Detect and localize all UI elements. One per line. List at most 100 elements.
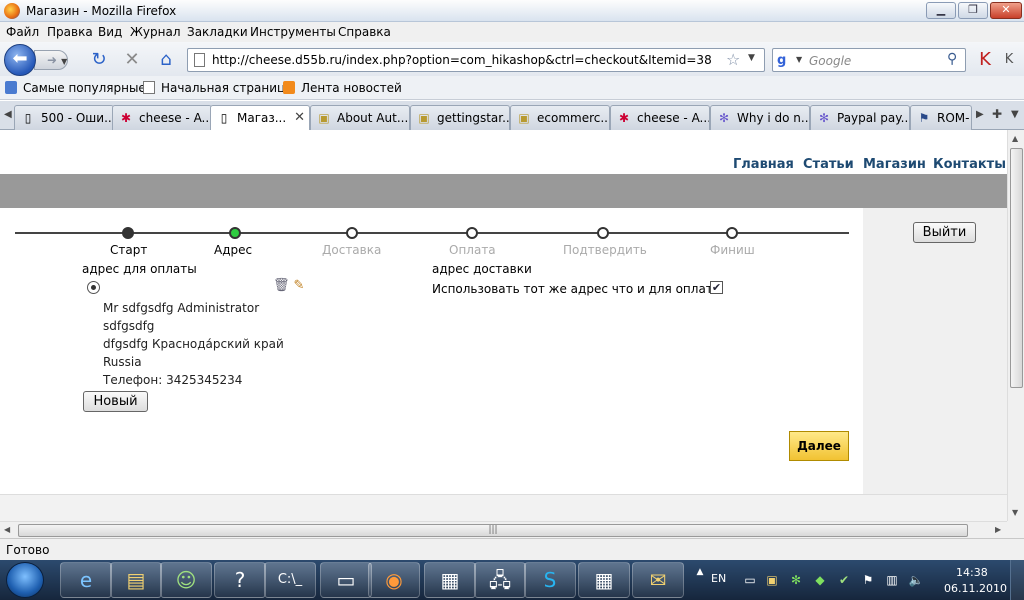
tabs-scroll-right-icon[interactable]: ▶ (976, 109, 984, 120)
tab-ecommerce[interactable]: ▣ ecommerc... (510, 105, 610, 130)
url-text[interactable]: http://cheese.d55b.ru/index.php?option=c… (212, 53, 712, 67)
taskbar-help[interactable]: ? (214, 562, 266, 598)
shipping-address-title: адрес доставки (432, 262, 532, 276)
menu-edit[interactable]: Правка (47, 25, 93, 39)
volume-icon[interactable]: 🔈 (908, 572, 924, 588)
taskbar-mail[interactable]: ✉ (632, 562, 684, 598)
tabs-scroll-left-icon[interactable]: ◀ (4, 109, 12, 120)
same-address-checkbox[interactable]: ✔ (710, 281, 723, 294)
taskbar-remote[interactable]: ▭ (320, 562, 372, 598)
horizontal-scroll-thumb[interactable]: ||| (18, 524, 968, 537)
search-box[interactable]: g ▼ Google ⚲ (772, 48, 966, 72)
show-desktop-button[interactable] (1010, 560, 1024, 600)
search-placeholder[interactable]: Google (809, 54, 851, 68)
taskbar-window[interactable]: ▦ (424, 562, 476, 598)
forward-button[interactable]: ➜ ▼ (34, 50, 68, 70)
shield-icon[interactable]: ◆ (812, 572, 828, 588)
close-tab-icon[interactable]: ✕ (294, 110, 305, 125)
tab-cheese-admin-2[interactable]: ✱ cheese - A... (610, 105, 710, 130)
taskbar-skype[interactable]: S (524, 562, 576, 598)
site-nav-shop[interactable]: Магазин (863, 157, 926, 172)
chevron-down-icon[interactable]: ▼ (748, 53, 755, 63)
addon-k-gray-icon[interactable]: K (999, 50, 1019, 70)
gear-icon[interactable]: ✻ (788, 572, 804, 588)
tabs-list-icon[interactable]: ▼ (1011, 109, 1019, 120)
tab-about-auth[interactable]: ▣ About Aut... (310, 105, 410, 130)
menu-help[interactable]: Справка (338, 25, 391, 39)
address-bar[interactable]: http://cheese.d55b.ru/index.php?option=c… (187, 48, 765, 72)
tab-getting-started[interactable]: ▣ gettingstar... (410, 105, 510, 130)
close-button[interactable]: ✕ (990, 2, 1022, 19)
vertical-scrollbar[interactable]: ▲ ▼ (1007, 130, 1024, 521)
tab-why-i-do[interactable]: ✻ Why i do n... (710, 105, 810, 130)
taskbar-firefox[interactable]: ◉ (368, 562, 420, 598)
bookmark-most-visited[interactable]: Самые популярные (5, 81, 146, 95)
site-nav-contacts[interactable]: Контакты (933, 157, 1006, 172)
step-label-confirm: Подтвердить (563, 243, 647, 257)
chevron-down-icon[interactable]: ▼ (796, 55, 802, 64)
horizontal-scrollbar[interactable]: ◀ ||| ▶ (0, 521, 1007, 538)
gear-icon: ✻ (818, 111, 830, 125)
bookmark-start-page[interactable]: Начальная страница (143, 81, 293, 95)
scroll-down-icon[interactable]: ▼ (1012, 508, 1018, 517)
addon-k-icon[interactable]: K (975, 50, 995, 70)
taskbar-contacts[interactable]: ☺ (160, 562, 212, 598)
taskbar-calculator[interactable]: ▦ (578, 562, 630, 598)
clock-time[interactable]: 14:38 (956, 566, 988, 579)
new-address-button[interactable]: Новый (83, 391, 148, 412)
bookmark-news-feed[interactable]: Лента новостей (283, 81, 402, 95)
taskbar-cmd[interactable]: C:\_ (264, 562, 316, 598)
tab-shop[interactable]: ▯ Магаз... ✕ (210, 105, 310, 131)
shield-check-icon[interactable]: ✔ (836, 572, 852, 588)
taskbar-explorer[interactable]: ▤ (110, 562, 162, 598)
scroll-right-icon[interactable]: ▶ (995, 525, 1001, 534)
flag-icon[interactable]: ⚑ (860, 572, 876, 588)
vertical-scroll-thumb[interactable] (1010, 148, 1023, 388)
scroll-up-icon[interactable]: ▲ (1012, 134, 1018, 143)
chevron-up-icon[interactable]: ▲ (692, 564, 708, 580)
logout-button[interactable]: Выйти (913, 222, 976, 243)
back-button[interactable]: ⬅ (4, 44, 36, 76)
delete-icon[interactable]: 🗑 (273, 278, 290, 294)
page-icon: ▯ (24, 111, 32, 125)
restore-button[interactable]: ❐ (958, 2, 988, 19)
tab-paypal[interactable]: ✻ Paypal pay... (810, 105, 910, 130)
taskbar-network[interactable]: 🖧 (474, 562, 526, 598)
step-dot-start (122, 227, 134, 239)
step-label-finish: Финиш (710, 243, 755, 257)
next-button[interactable]: Далее (789, 431, 849, 461)
reload-button[interactable]: ↻ (89, 50, 109, 70)
stop-button[interactable]: ✕ (122, 50, 142, 70)
bookmark-star-icon[interactable]: ☆ (726, 50, 740, 69)
menu-history[interactable]: Журнал (130, 25, 181, 39)
chevron-down-icon: ▼ (61, 57, 68, 66)
home-button[interactable]: ⌂ (156, 50, 176, 70)
google-icon[interactable]: g (777, 53, 793, 69)
network-icon[interactable]: ▥ (884, 572, 900, 588)
billing-address-radio[interactable] (87, 281, 100, 294)
taskbar-ie[interactable]: e (60, 562, 112, 598)
menu-tools[interactable]: Инструменты (250, 25, 336, 39)
language-indicator[interactable]: EN (711, 572, 726, 585)
start-button[interactable] (6, 562, 44, 598)
new-tab-icon[interactable]: ✚ (992, 107, 1002, 121)
stop-icon: ✕ (124, 49, 140, 70)
site-nav-articles[interactable]: Статьи (803, 157, 854, 172)
tab-rom[interactable]: ⚑ ROM- (910, 105, 972, 130)
joomla-icon: ✱ (618, 111, 630, 125)
menu-view[interactable]: Вид (98, 25, 122, 39)
window-titlebar: Магазин - Mozilla Firefox ▁ ❐ ✕ (0, 0, 1024, 22)
tab-cheese-admin[interactable]: ✱ cheese - A... (112, 105, 212, 130)
tab-500-error[interactable]: ▯ 500 - Оши... (14, 105, 114, 130)
folder-icon[interactable]: ▣ (764, 572, 780, 588)
monitor-icon[interactable]: ▭ (742, 572, 758, 588)
menu-bookmarks[interactable]: Закладки (187, 25, 248, 39)
search-icon[interactable]: ⚲ (947, 51, 957, 67)
site-nav-home[interactable]: Главная (733, 157, 794, 172)
scroll-left-icon[interactable]: ◀ (4, 525, 10, 534)
menu-file[interactable]: Файл (6, 25, 39, 39)
clock-date[interactable]: 06.11.2010 (944, 582, 1007, 595)
minimize-button[interactable]: ▁ (926, 2, 956, 19)
folder-icon: ▤ (126, 568, 146, 592)
edit-icon[interactable]: ✎ (292, 278, 306, 294)
